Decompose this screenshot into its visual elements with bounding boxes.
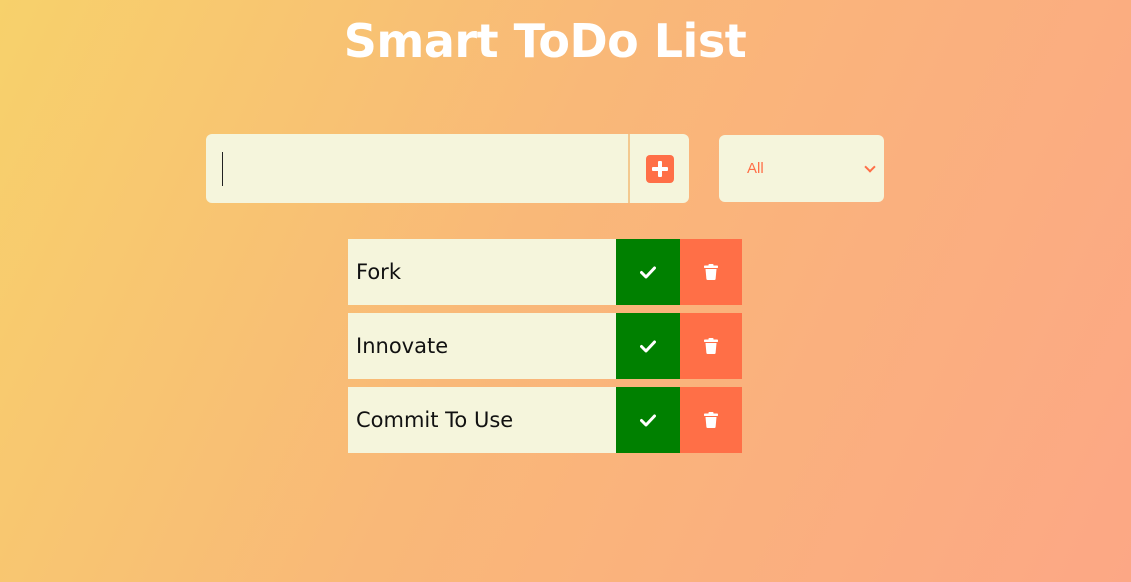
complete-button[interactable] (616, 313, 680, 379)
todo-input[interactable] (206, 134, 628, 203)
todo-text: Commit To Use (356, 408, 514, 432)
page-title: Smart ToDo List (343, 14, 747, 68)
trash-icon (704, 338, 718, 354)
check-icon (640, 266, 656, 279)
filter-select[interactable]: All (719, 135, 884, 202)
complete-button[interactable] (616, 387, 680, 453)
todo-list: Fork Innovate Commit To Use (348, 239, 742, 461)
trash-icon (704, 412, 718, 428)
plus-square-icon (645, 154, 674, 183)
todo-text: Fork (356, 260, 401, 284)
todo-item: Innovate (348, 313, 742, 379)
complete-button[interactable] (616, 239, 680, 305)
todo-item: Commit To Use (348, 387, 742, 453)
delete-button[interactable] (680, 387, 742, 453)
filter-selected-value: All (747, 160, 764, 177)
todo-item: Fork (348, 239, 742, 305)
add-todo-button[interactable] (628, 134, 689, 203)
todo-form (206, 134, 689, 203)
chevron-down-icon (864, 160, 876, 173)
delete-button[interactable] (680, 239, 742, 305)
check-icon (640, 414, 656, 427)
delete-button[interactable] (680, 313, 742, 379)
todo-text: Innovate (356, 334, 449, 358)
check-icon (640, 340, 656, 353)
text-caret (222, 152, 223, 186)
trash-icon (704, 264, 718, 280)
